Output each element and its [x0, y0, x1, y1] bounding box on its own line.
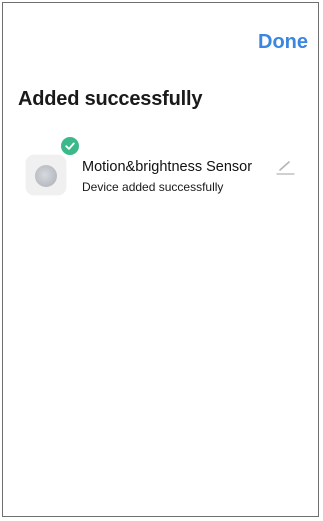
page-title: Added successfully: [18, 88, 203, 110]
device-name: Motion&brightness Sensor: [82, 159, 253, 175]
sensor-image: [35, 165, 57, 187]
pencil-icon[interactable]: [275, 158, 295, 176]
done-button[interactable]: Done: [258, 30, 308, 54]
device-list-item: Motion&brightness Sensor Device added su…: [21, 137, 306, 203]
device-thumbnail: [26, 155, 66, 195]
app-screen: Done Added successfully Motion&brightnes…: [2, 2, 319, 517]
device-status: Device added successfully: [82, 180, 224, 194]
check-circle-icon: [61, 137, 79, 155]
